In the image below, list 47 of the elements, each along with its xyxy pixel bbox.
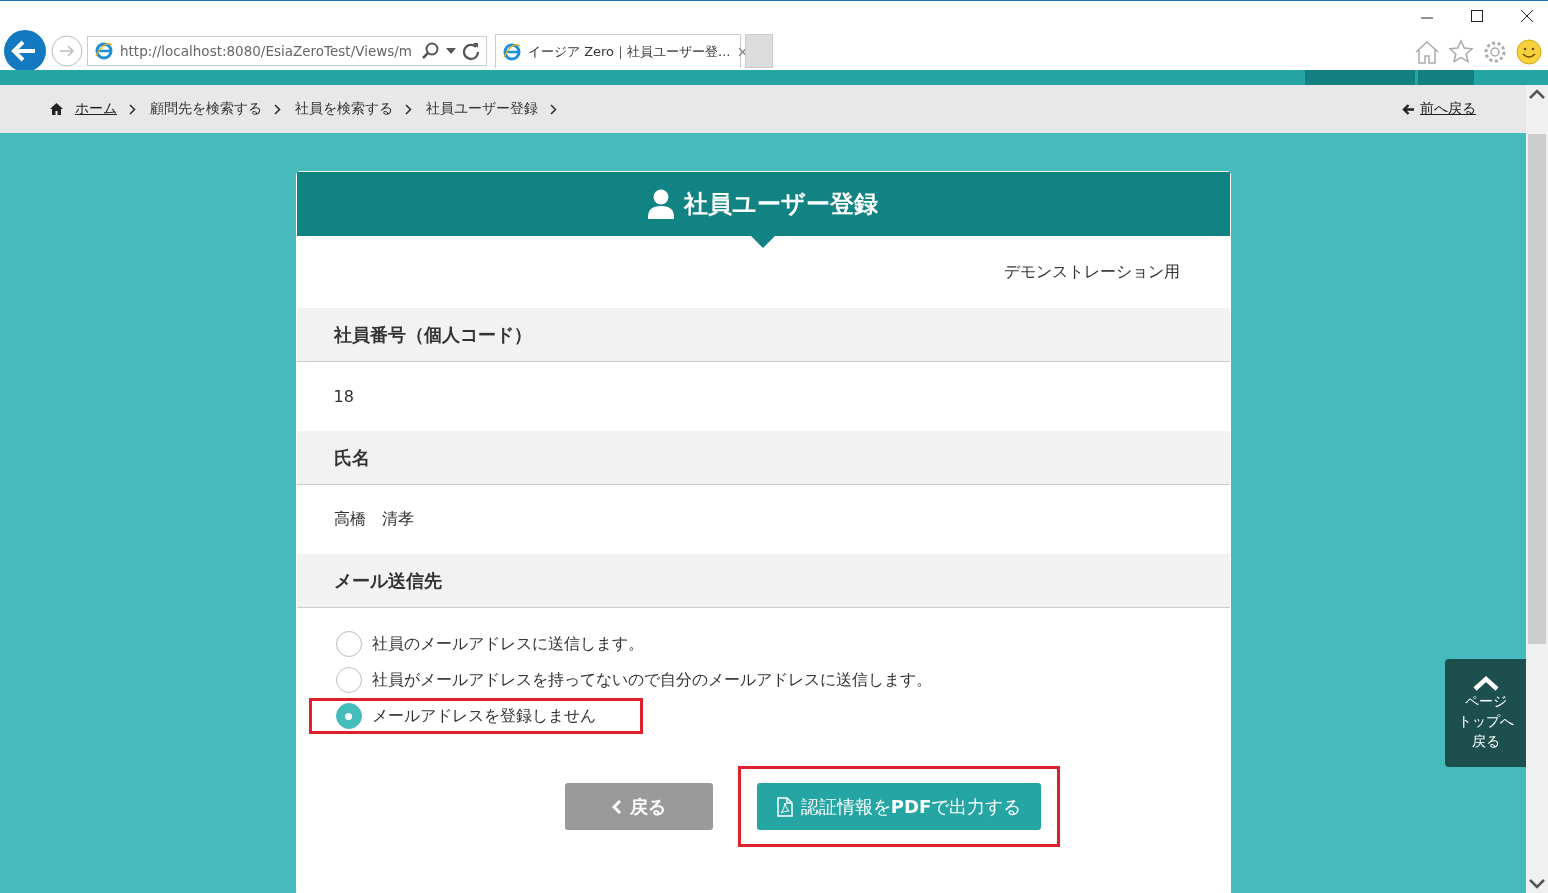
left-arrow-icon (1402, 103, 1414, 115)
radio-button[interactable] (335, 631, 362, 657)
chevron-right-icon (274, 103, 281, 115)
chevron-left-icon (611, 798, 622, 815)
refresh-icon[interactable] (462, 42, 480, 60)
breadcrumb-item[interactable]: 社員ユーザー登録 (426, 100, 538, 118)
back-link[interactable]: 前へ戻る (1420, 100, 1476, 118)
settings-icon[interactable] (1482, 39, 1508, 65)
scroll-up-icon[interactable] (1529, 89, 1545, 99)
highlighted-radio-option[interactable]: メールアドレスを登録しません (308, 698, 643, 734)
toolbar-block (1418, 70, 1474, 85)
page-top-button[interactable]: ページ トップへ 戻る (1445, 659, 1526, 767)
radio-button[interactable] (335, 667, 362, 693)
home-icon[interactable] (1414, 39, 1440, 65)
dropdown-caret-icon[interactable] (446, 48, 456, 54)
breadcrumb-link[interactable]: ホーム (75, 100, 117, 118)
chevron-right-icon (405, 103, 412, 115)
breadcrumb-item[interactable]: 社員を検索する (295, 100, 393, 118)
search-icon[interactable] (422, 42, 440, 60)
radio-option[interactable]: 社員がメールアドレスを持ってないので自分のメールアドレスに送信します。 (308, 662, 979, 698)
form-title: 社員ユーザー登録 (684, 189, 878, 220)
tab-title: イージア Zero｜社員ユーザー登... (528, 42, 731, 61)
address-bar[interactable]: http://localhost:8080/EsiaZeroTest/Views/m (87, 36, 487, 66)
field-label: メール送信先 (296, 554, 1230, 608)
scrollbar[interactable] (1526, 85, 1548, 893)
browser-e-icon (94, 41, 114, 61)
demo-note: デモンストレーション用 (1003, 261, 1180, 283)
home-icon (50, 103, 63, 115)
star-icon[interactable] (1448, 39, 1474, 65)
chevron-right-icon (129, 103, 136, 115)
maximize-icon[interactable] (1470, 9, 1484, 23)
chevron-right-icon (550, 103, 557, 115)
browser-e-icon (502, 41, 522, 62)
field-label: 氏名 (296, 431, 1230, 485)
breadcrumb-item[interactable]: 顧問先を検索する (150, 100, 262, 118)
field-value: 18 (333, 387, 354, 406)
field-value: 高橋 清孝 (333, 509, 414, 530)
radio-button[interactable] (335, 703, 362, 729)
person-icon (648, 189, 674, 219)
field-label: 社員番号（個人コード） (296, 308, 1230, 362)
pdf-file-icon (776, 796, 793, 817)
smiley-icon[interactable] (1516, 39, 1542, 65)
url-text: http://localhost:8080/EsiaZeroTest/Views/m (120, 43, 413, 59)
radio-option[interactable]: 社員のメールアドレスに送信します。 (308, 626, 691, 662)
close-icon[interactable] (1520, 9, 1534, 23)
scroll-down-icon[interactable] (1529, 879, 1545, 889)
chevron-up-icon (1471, 674, 1500, 691)
